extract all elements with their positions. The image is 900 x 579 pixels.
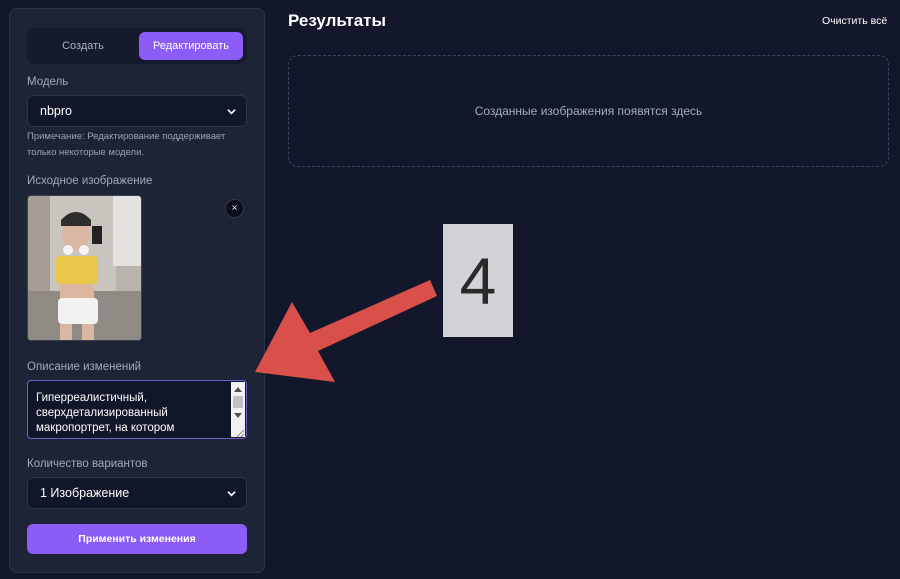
annotation-arrow-icon [255, 280, 437, 382]
